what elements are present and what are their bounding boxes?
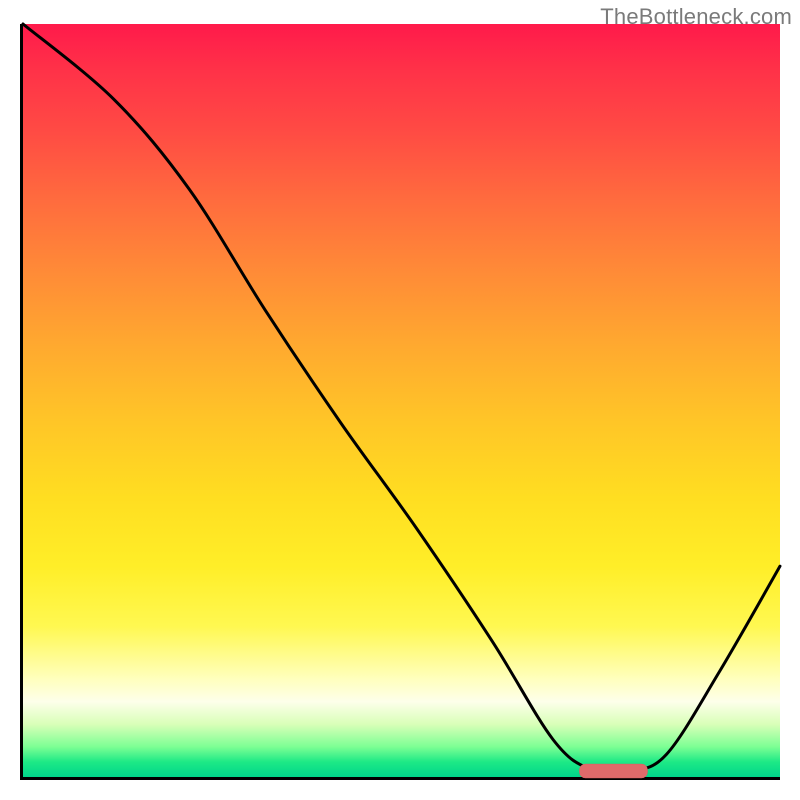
- bottleneck-curve-path: [23, 24, 780, 773]
- optimal-point-marker: [579, 764, 647, 778]
- curve-svg: [23, 24, 780, 777]
- watermark-text: TheBottleneck.com: [600, 4, 792, 30]
- chart-container: TheBottleneck.com: [0, 0, 800, 800]
- plot-area: [20, 24, 780, 780]
